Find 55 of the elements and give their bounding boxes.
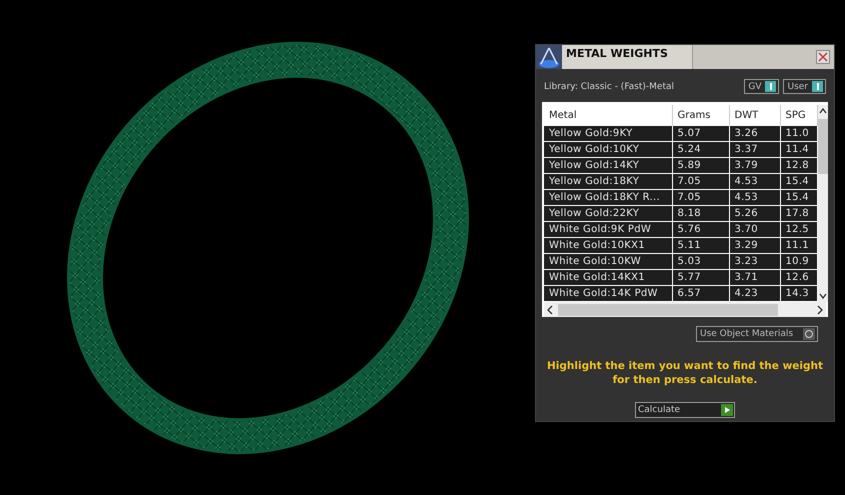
table-cell: 3.71 [729, 270, 780, 286]
table-cell: Yellow Gold:22KY [544, 206, 672, 222]
table-cell: Yellow Gold:9KY [544, 126, 672, 142]
table-cell: White Gold:14KX1 [544, 270, 672, 286]
horizontal-scrollbar[interactable] [544, 302, 826, 317]
table-cell: 15.4 [780, 190, 817, 206]
table-cell: 15.4 [780, 174, 817, 190]
close-button[interactable] [816, 50, 830, 64]
toggle-switch[interactable]: User [783, 79, 826, 94]
table-cell: 12.8 [780, 158, 817, 174]
use-object-materials-toggle[interactable]: Use Object Materials [696, 326, 818, 342]
close-icon [817, 51, 829, 63]
table-cell: 12.5 [780, 222, 817, 238]
table-cell: 5.11 [672, 238, 729, 254]
table-cell: 8.18 [672, 206, 729, 222]
table-cell: White Gold:9K PdW [544, 222, 672, 238]
table-cell: Yellow Gold:14KY [544, 158, 672, 174]
vertical-scrollbar[interactable] [818, 105, 828, 302]
table-cell: 3.79 [729, 158, 780, 174]
table-cell: 6.57 [672, 286, 729, 302]
table-cell: 3.37 [729, 142, 780, 158]
instruction-text: Highlight the item you want to find the weight for then press calculate. [546, 359, 824, 387]
toggle-switch[interactable]: GV [744, 79, 780, 94]
table-cell: 5.26 [729, 206, 780, 222]
table-cell: 14.3 [780, 286, 817, 302]
calculate-button[interactable]: Calculate [635, 402, 735, 418]
table-cell: 7.05 [672, 174, 729, 190]
table-cell: 3.70 [729, 222, 780, 238]
table-cell: 4.53 [729, 190, 780, 206]
table-cell: White Gold:10KW [544, 254, 672, 270]
table-cell: 5.77 [672, 270, 729, 286]
table-cell: 5.24 [672, 142, 729, 158]
table-cell: 5.03 [672, 254, 729, 270]
table-cell: Yellow Gold:18KY [544, 174, 672, 190]
table-cell: Yellow Gold:10KY [544, 142, 672, 158]
table-cell: 5.07 [672, 126, 729, 142]
window-title: METAL WEIGHTS [562, 45, 693, 69]
library-label: Library: Classic - (Fast)-Metal [544, 82, 676, 92]
table-cell: 7.05 [672, 190, 729, 206]
table-cell: White Gold:10KX1 [544, 238, 672, 254]
table-cell: 3.26 [729, 126, 780, 142]
table-cell: Yellow Gold:18KY R... [544, 190, 672, 206]
table-cell: 12.6 [780, 270, 817, 286]
table-cell: 17.8 [780, 206, 817, 222]
table-cell: 5.76 [672, 222, 729, 238]
table-cell: 10.9 [780, 254, 817, 270]
table-cell: 11.4 [780, 142, 817, 158]
table-cell: White Gold:14K PdW [544, 286, 672, 302]
table-cell: 5.89 [672, 158, 729, 174]
table-cell: 3.29 [729, 238, 780, 254]
table-cell: 4.53 [729, 174, 780, 190]
table-cell: 3.23 [729, 254, 780, 270]
table-cell: 11.1 [780, 238, 817, 254]
table-cell: 4.23 [729, 286, 780, 302]
table-cell: 11.0 [780, 126, 817, 142]
